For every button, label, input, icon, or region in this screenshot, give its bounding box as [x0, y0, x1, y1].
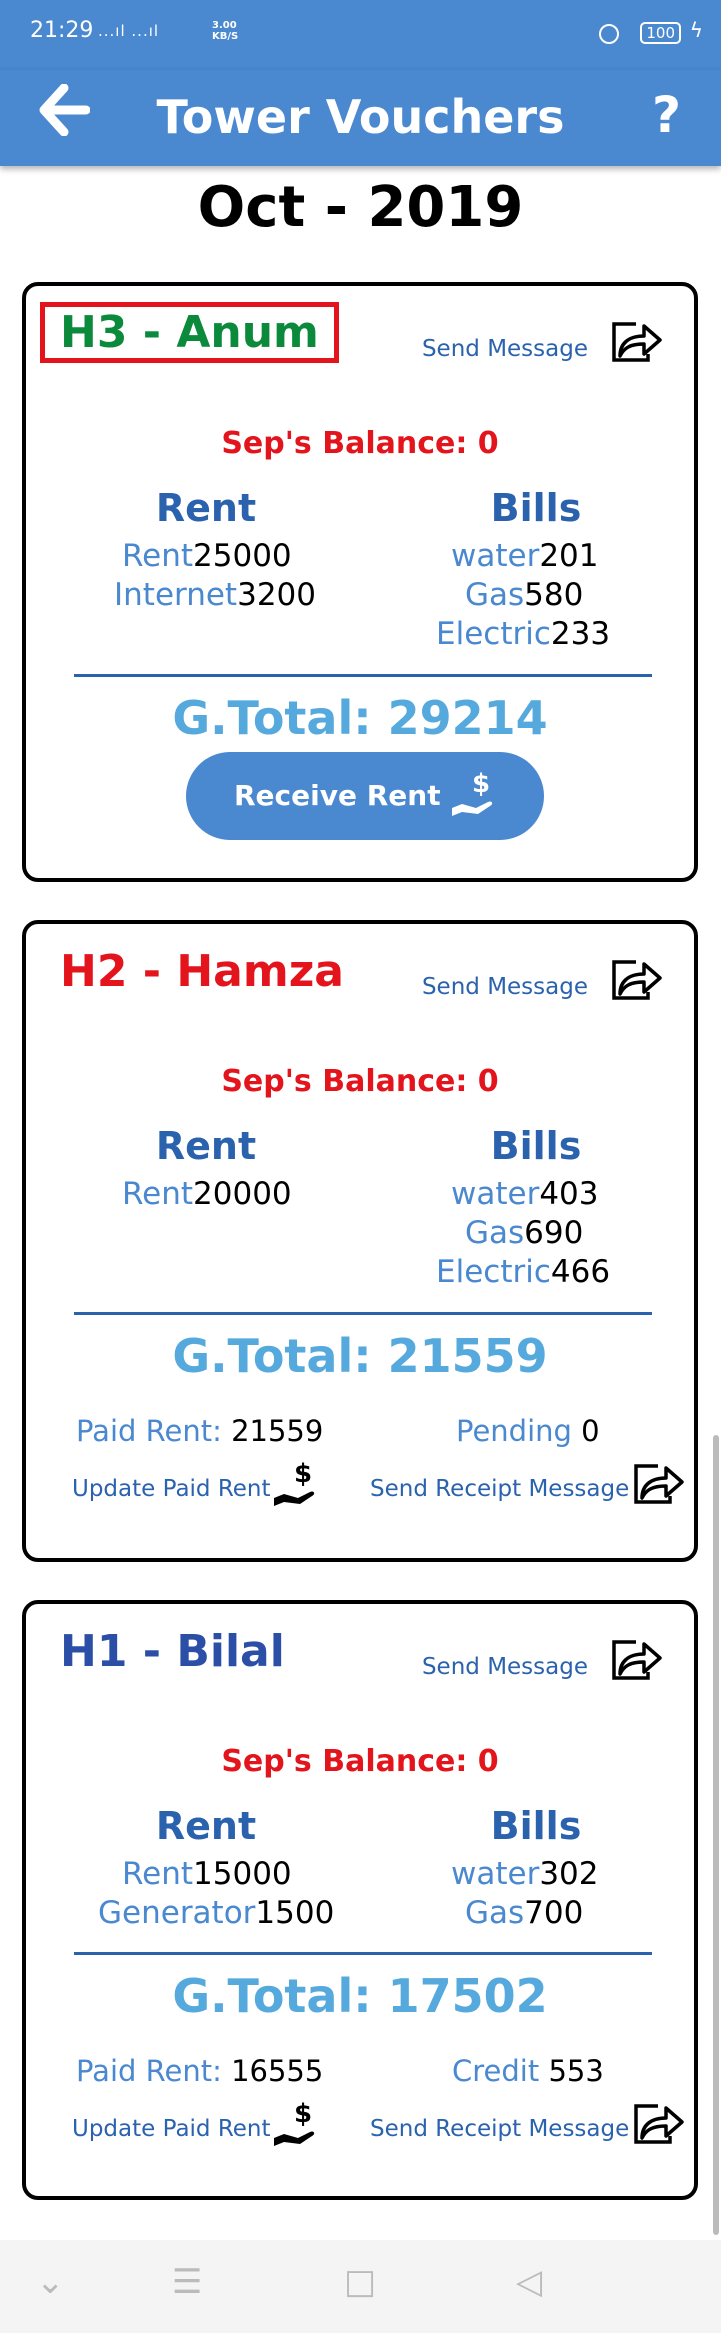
share-icon[interactable]: [608, 956, 664, 1002]
help-icon[interactable]: ?: [652, 86, 681, 144]
paid-rent: Paid Rent: 16555: [76, 2054, 324, 2088]
status-bar: 21:29 ...ıl ...ıl 3.00 KB/S 100 ϟ: [0, 0, 721, 70]
bill-item: Gas580: [465, 577, 584, 613]
bill-item: Electric233: [436, 616, 611, 652]
sync-icon: [599, 24, 619, 44]
tenant-name: H3 - Anum: [40, 302, 339, 363]
previous-balance: Sep's Balance: 0: [221, 1744, 499, 1779]
voucher-card-h3: H3 - Anum Send Message Sep's Balance: 0 …: [22, 282, 698, 882]
receive-rent-label: Receive Rent: [234, 779, 441, 812]
receive-rent-button[interactable]: Receive Rent $: [186, 752, 544, 840]
send-message-link[interactable]: Send Message: [422, 1654, 588, 1680]
bill-item: water403: [451, 1176, 599, 1212]
pending-amount: Pending 0: [456, 1414, 600, 1448]
rent-heading: Rent: [155, 486, 257, 530]
rent-item: Rent20000: [122, 1176, 292, 1212]
rent-heading: Rent: [155, 1804, 257, 1848]
bills-heading: Bills: [490, 1804, 582, 1848]
voucher-card-h2: H2 - Hamza Send Message Sep's Balance: 0…: [22, 920, 698, 1562]
send-receipt-message-link[interactable]: Send Receipt Message: [370, 2116, 629, 2142]
scrollbar[interactable]: [713, 1435, 719, 2235]
share-icon[interactable]: [630, 1460, 686, 1506]
svg-text:$: $: [294, 1459, 312, 1489]
tenant-name: H1 - Bilal: [60, 1626, 285, 1677]
hand-money-icon[interactable]: $: [270, 1458, 324, 1514]
rent-item: Rent25000: [122, 538, 292, 574]
credit-amount: Credit 553: [452, 2054, 604, 2088]
bill-item: Gas700: [465, 1895, 584, 1931]
share-icon[interactable]: [630, 2100, 686, 2146]
share-icon[interactable]: [608, 318, 664, 364]
recents-icon[interactable]: ☰: [172, 2262, 202, 2302]
bill-item: water302: [451, 1856, 599, 1892]
previous-balance: Sep's Balance: 0: [221, 1064, 499, 1099]
svg-text:$: $: [472, 769, 490, 799]
back-icon[interactable]: ◁: [516, 2262, 542, 2302]
divider: [74, 1312, 652, 1315]
rent-item: Internet3200: [114, 577, 316, 613]
network-speed: 3.00 KB/S: [212, 20, 239, 42]
hand-money-icon[interactable]: $: [270, 2098, 324, 2154]
hand-money-icon: $: [452, 769, 493, 816]
home-icon[interactable]: □: [344, 2262, 376, 2302]
divider: [74, 1952, 652, 1955]
system-nav-bar: ⌄ ☰ □ ◁: [0, 2240, 721, 2333]
bills-heading: Bills: [490, 1124, 582, 1168]
share-icon[interactable]: [608, 1636, 664, 1682]
send-receipt-message-link[interactable]: Send Receipt Message: [370, 1476, 629, 1502]
send-message-link[interactable]: Send Message: [422, 336, 588, 362]
bills-heading: Bills: [490, 486, 582, 530]
paid-rent: Paid Rent: 21559: [76, 1414, 324, 1448]
grand-total: G.Total: 17502: [172, 1969, 548, 2023]
update-paid-rent-link[interactable]: Update Paid Rent: [72, 2116, 271, 2142]
bill-item: water201: [451, 538, 599, 574]
grand-total: G.Total: 29214: [172, 691, 548, 745]
battery-indicator: 100: [640, 22, 681, 44]
tenant-name: H2 - Hamza: [60, 946, 345, 997]
grand-total: G.Total: 21559: [172, 1329, 548, 1383]
signal-icon: ...ıl ...ıl: [98, 22, 160, 40]
rent-heading: Rent: [155, 1124, 257, 1168]
page-title: Tower Vouchers: [156, 90, 565, 144]
bill-item: Electric466: [436, 1254, 611, 1290]
update-paid-rent-link[interactable]: Update Paid Rent: [72, 1476, 271, 1502]
bill-item: Gas690: [465, 1215, 584, 1251]
divider: [74, 674, 652, 677]
month-title: Oct - 2019: [197, 175, 524, 240]
voucher-card-h1: H1 - Bilal Send Message Sep's Balance: 0…: [22, 1600, 698, 2200]
app-bar: Tower Vouchers ?: [0, 70, 721, 166]
rent-item: Rent15000: [122, 1856, 292, 1892]
nav-down-icon[interactable]: ⌄: [36, 2262, 65, 2302]
status-time: 21:29: [30, 18, 94, 43]
send-message-link[interactable]: Send Message: [422, 974, 588, 1000]
previous-balance: Sep's Balance: 0: [221, 426, 499, 461]
charging-icon: ϟ: [689, 18, 703, 42]
svg-text:$: $: [294, 2099, 312, 2129]
rent-item: Generator1500: [98, 1895, 335, 1931]
